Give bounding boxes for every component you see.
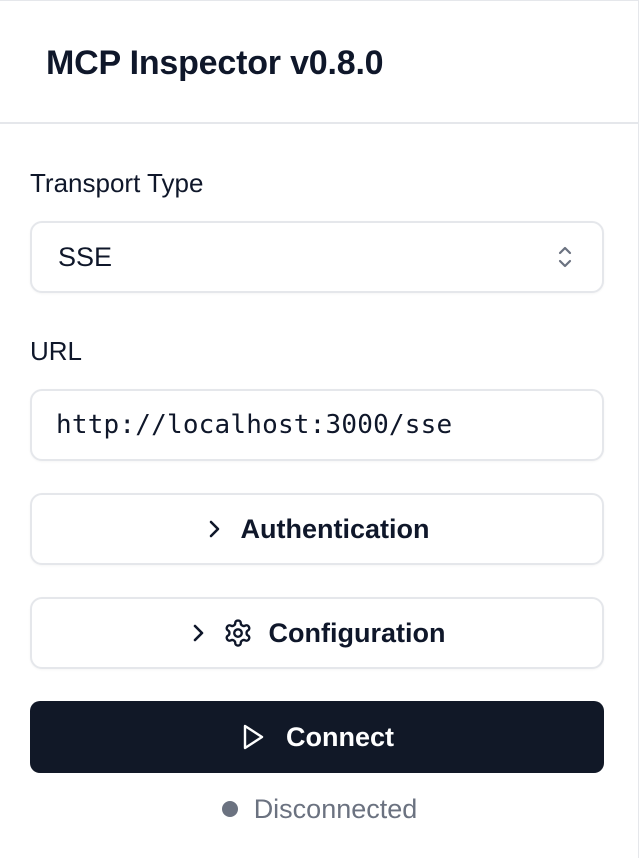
transport-type-label: Transport Type [30,168,204,198]
url-label: URL [30,336,83,366]
status-text: Disconnected [253,793,418,824]
authentication-label: Authentication [240,513,430,544]
chevrons-up-down-icon [556,244,574,270]
url-value: http://localhost:3000/sse [56,410,453,440]
play-icon [240,723,266,751]
connect-label: Connect [286,721,394,752]
transport-type-select[interactable]: SSE [30,221,604,293]
app-title: MCP Inspector v0.8.0 [46,44,384,82]
connection-status: Disconnected [0,791,639,827]
transport-type-value: SSE [58,241,113,272]
chevron-right-icon [189,622,207,644]
status-dot-icon [221,801,238,817]
authentication-button[interactable]: Authentication [30,493,604,565]
sidebar-panel: MCP Inspector v0.8.0 Transport Type SSE … [0,0,639,858]
url-input[interactable]: http://localhost:3000/sse [30,389,604,461]
sidebar-header: MCP Inspector v0.8.0 [0,1,638,124]
chevron-right-icon [205,518,223,540]
configuration-label: Configuration [268,617,446,648]
gear-icon [223,618,253,648]
configuration-button[interactable]: Configuration [30,597,604,669]
connect-button[interactable]: Connect [30,701,604,773]
